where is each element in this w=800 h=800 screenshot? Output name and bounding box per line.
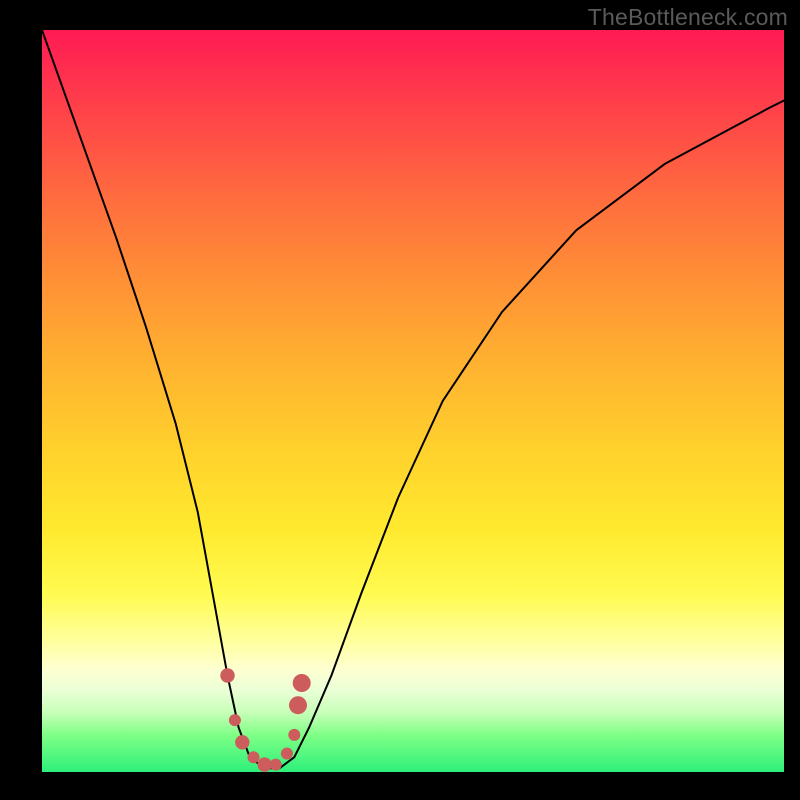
curve-marker: [220, 668, 234, 682]
curve-marker: [248, 751, 260, 763]
curve-markers: [220, 668, 310, 772]
chart-plot-area: [42, 30, 784, 772]
watermark-text: TheBottleneck.com: [588, 4, 788, 31]
chart-frame: TheBottleneck.com: [0, 0, 800, 800]
curve-marker: [293, 674, 311, 692]
chart-svg: [42, 30, 784, 772]
curve-marker: [289, 696, 307, 714]
curve-marker: [288, 729, 300, 741]
curve-marker: [281, 748, 293, 760]
curve-marker: [235, 735, 249, 749]
curve-marker: [229, 714, 241, 726]
curve-marker: [257, 757, 271, 771]
bottleneck-curve: [42, 30, 784, 768]
curve-marker: [270, 759, 282, 771]
